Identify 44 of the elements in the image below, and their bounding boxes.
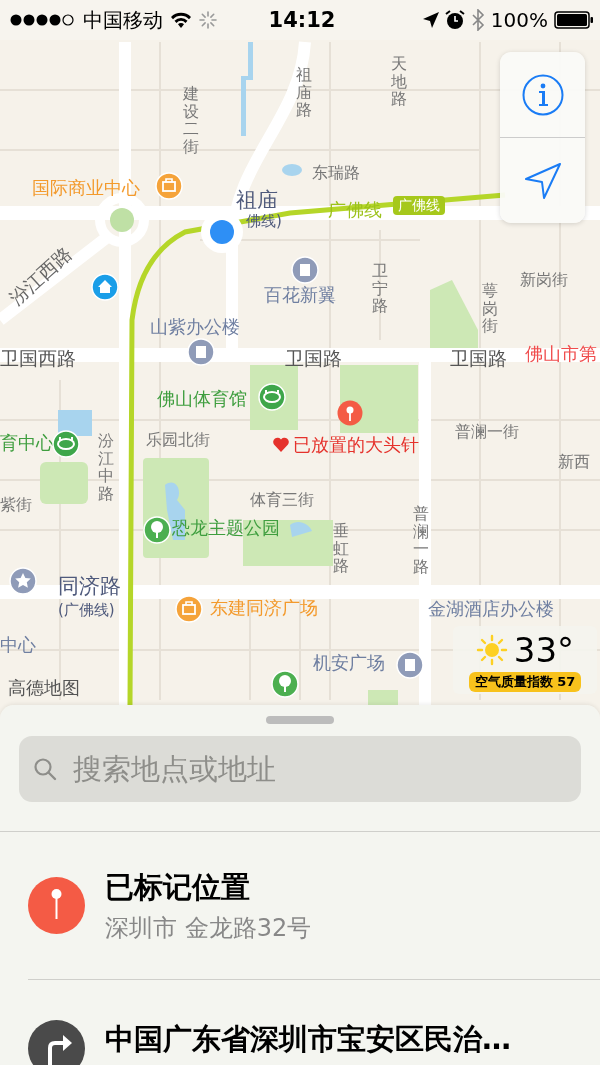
street-label: 天地路 — [391, 55, 407, 108]
street-label: 紫街 — [0, 495, 32, 515]
battery-percentage: 100% — [490, 8, 548, 32]
street-label: 建设二街 — [183, 85, 199, 156]
place-label: 中心 — [0, 634, 36, 656]
street-label: 卫国西路 — [0, 347, 76, 370]
street-label: 乐园北街 — [146, 430, 210, 450]
place-label: 恐龙主题公园 — [172, 517, 280, 539]
street-label: 祖庙路 — [296, 66, 312, 119]
map-attribution: 高德地图 — [8, 677, 80, 699]
place-label: 机安广场 — [313, 652, 385, 674]
station-label: 祖庙 — [236, 188, 278, 213]
street-label: 普澜一街 — [455, 422, 519, 442]
place-label: 佛山市第 — [525, 343, 597, 365]
place-label: 金湖酒店办公楼 — [428, 598, 554, 620]
place-label: 育中心 — [0, 432, 54, 454]
transit-line-badge: 广佛线 — [393, 196, 445, 215]
street-label: 体育三街 — [250, 490, 314, 510]
street-label: 卫宁路 — [372, 262, 388, 315]
street-label: 卫国路 — [450, 347, 507, 370]
result-title: 中国广东省深圳市宝安区民治… — [105, 1021, 511, 1058]
place-label: 百花新翼 — [264, 284, 336, 306]
clock-time: 14:12 — [268, 8, 336, 32]
place-label: 山紫办公楼 — [150, 316, 240, 338]
transit-line-label: (广佛线) — [58, 601, 115, 619]
place-label: 东建同济广场 — [210, 597, 318, 619]
temperature: 33° — [513, 630, 575, 670]
street-label: 垂虹路 — [333, 522, 349, 575]
street-label: 汾江中路 — [98, 432, 114, 503]
street-label: 卫国路 — [285, 347, 342, 370]
street-label: 东瑞路 — [312, 163, 360, 183]
carrier-name: 中国移动 — [83, 6, 163, 34]
result-address: 深圳市 金龙路32号 — [105, 912, 312, 944]
dropped-pin-label: 已放置的大头针 — [293, 434, 419, 456]
air-quality-badge: 空气质量指数 57 — [468, 672, 582, 692]
place-label: 国际商业中心 — [32, 177, 140, 199]
street-label: 普澜一路 — [413, 505, 429, 576]
street-label: 汾江西路 — [4, 242, 77, 310]
street-label: 萼岗街 — [482, 282, 498, 335]
station-label: 同济路 — [58, 574, 121, 600]
place-label: 佛山体育馆 — [157, 388, 247, 410]
result-title: 已标记位置 — [105, 868, 251, 906]
street-label: 新岗街 — [520, 270, 568, 290]
street-label: 新西 — [558, 452, 590, 472]
